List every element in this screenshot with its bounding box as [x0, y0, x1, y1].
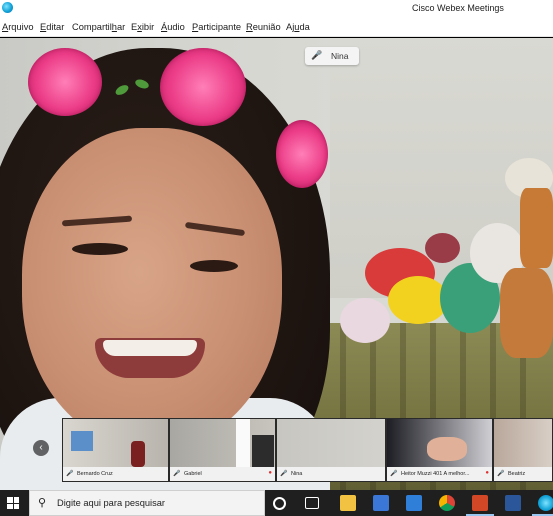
- window-title: Cisco Webex Meetings: [412, 3, 504, 13]
- plush-toy: [388, 276, 448, 324]
- menu-bar: Arquivo Editar Compartilhar Exibir Áudio…: [0, 17, 553, 37]
- participant-video: [494, 419, 552, 467]
- participant-name-label: 🎤 Bernardo Cruz: [63, 467, 168, 481]
- menu-participante[interactable]: Participante: [192, 22, 241, 32]
- chrome-icon[interactable]: [439, 495, 455, 511]
- participant-name-label: 🎤 Gabriel ●: [170, 467, 275, 481]
- file-explorer-icon[interactable]: [340, 495, 356, 511]
- eye: [190, 260, 238, 272]
- flower-crown-rose: [28, 48, 102, 116]
- start-button[interactable]: [7, 497, 19, 509]
- participant-name-label: 🎤 Nina: [277, 467, 385, 481]
- participant-thumbnail[interactable]: 🎤 Beatriz: [493, 418, 553, 482]
- webex-logo-icon: [2, 2, 13, 13]
- taskbar-search-box[interactable]: ⚲ Digite aqui para pesquisar: [29, 490, 265, 516]
- menu-editar[interactable]: Editar: [40, 22, 64, 32]
- participant-name-label: 🎤 Beatriz: [494, 467, 552, 481]
- menu-ajuda[interactable]: Ajuda: [286, 22, 310, 32]
- muted-icon: ●: [485, 470, 489, 476]
- store-icon[interactable]: [373, 495, 389, 511]
- participant-name-label: 🎤 Heitor Muzzi 401 A melhor... ●: [387, 467, 492, 481]
- microphone-icon: 🎤: [497, 471, 505, 477]
- menu-arquivo[interactable]: Arquivo: [2, 22, 34, 32]
- menu-audio[interactable]: Áudio: [161, 22, 185, 32]
- filmstrip-prev-button[interactable]: ‹: [33, 440, 49, 456]
- powerpoint-icon[interactable]: [472, 495, 488, 511]
- participant-thumbnail[interactable]: 🎤 Bernardo Cruz: [62, 418, 169, 482]
- search-icon: ⚲: [38, 497, 47, 509]
- windows-taskbar: ⚲ Digite aqui para pesquisar: [0, 490, 553, 516]
- microphone-icon: 🎤: [280, 471, 288, 477]
- active-speaker-label: 🎤 Nina: [305, 47, 359, 65]
- person-figure: [252, 435, 274, 467]
- participant-video: [63, 419, 168, 467]
- teeth: [103, 340, 197, 356]
- word-icon[interactable]: [505, 495, 521, 511]
- task-view-icon[interactable]: [305, 497, 319, 509]
- flower-crown-rose: [160, 48, 246, 126]
- wall-picture: [71, 431, 93, 451]
- plush-toy: [520, 188, 553, 268]
- flower-crown-rose: [276, 120, 328, 188]
- menu-exibir[interactable]: Exibir: [131, 22, 154, 32]
- participant-video: [277, 419, 385, 467]
- participant-video: [170, 419, 275, 467]
- person-hand: [427, 437, 467, 461]
- plush-toy: [340, 298, 390, 343]
- cortana-icon[interactable]: [273, 497, 286, 510]
- door: [236, 419, 250, 467]
- person-face: [22, 128, 282, 448]
- microphone-icon: 🎤: [390, 471, 398, 477]
- eye: [72, 243, 128, 255]
- muted-icon: ●: [268, 470, 272, 476]
- person-figure: [131, 441, 145, 467]
- plush-toy: [500, 268, 553, 358]
- mail-icon[interactable]: [406, 495, 422, 511]
- participant-thumbnail[interactable]: 🎤 Nina: [276, 418, 386, 482]
- participant-filmstrip: ‹ 🎤 Bernardo Cruz 🎤 Gabriel ● 🎤 Nina 🎤 H…: [0, 418, 553, 482]
- participant-thumbnail[interactable]: 🎤 Gabriel ●: [169, 418, 276, 482]
- participant-video: [387, 419, 492, 467]
- menu-reuniao[interactable]: Reunião: [246, 22, 281, 32]
- plush-toy: [425, 233, 460, 263]
- menu-compartilhar[interactable]: Compartilhar: [72, 22, 125, 32]
- microphone-icon: 🎤: [311, 50, 323, 60]
- title-bar: Cisco Webex Meetings: [0, 0, 553, 17]
- webex-icon[interactable]: [538, 495, 553, 511]
- participant-thumbnail[interactable]: 🎤 Heitor Muzzi 401 A melhor... ●: [386, 418, 493, 482]
- microphone-icon: 🎤: [173, 471, 181, 477]
- microphone-icon: 🎤: [66, 471, 74, 477]
